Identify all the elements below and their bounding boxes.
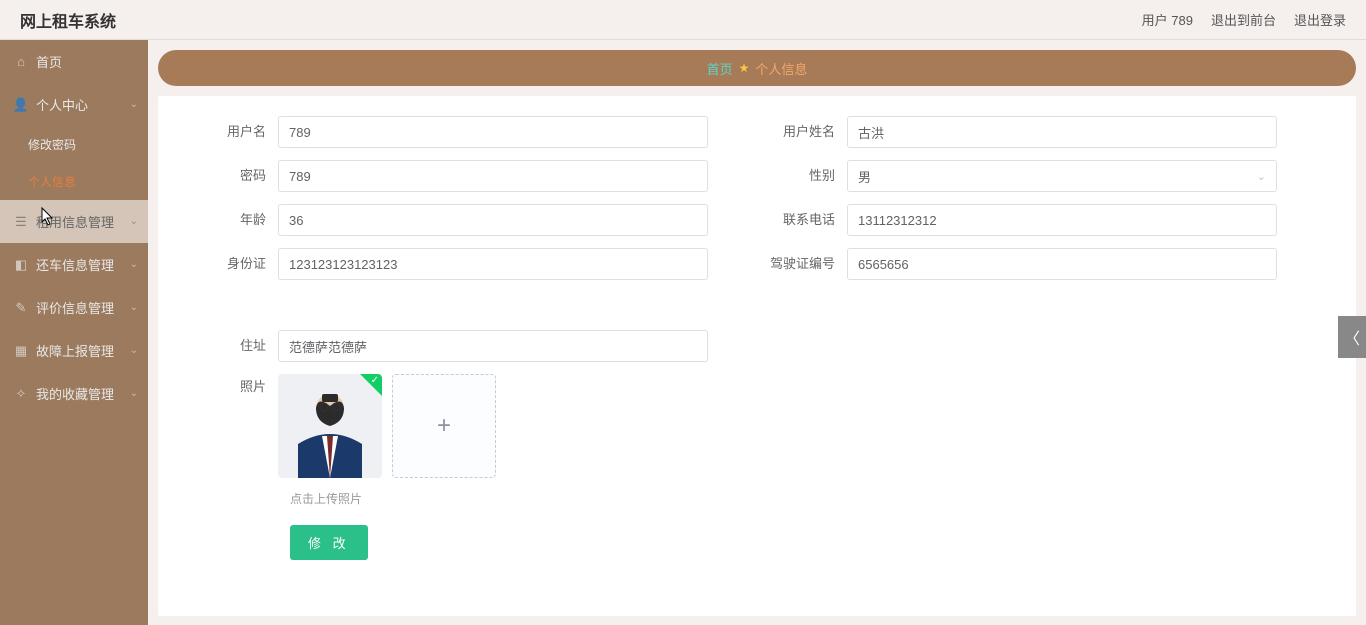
sidebar-sub-change-password[interactable]: 修改密码 xyxy=(0,126,148,163)
submit-button[interactable]: 修 改 xyxy=(290,525,368,560)
idcard-input[interactable] xyxy=(278,248,708,280)
return-icon: ◧ xyxy=(14,258,28,272)
sidebar-item-label: 还车信息管理 xyxy=(36,255,114,274)
idcard-label: 身份证 xyxy=(188,255,278,273)
check-icon: ✓ xyxy=(371,375,379,386)
review-icon: ✎ xyxy=(14,301,28,315)
star-icon: ✧ xyxy=(14,387,28,401)
realname-label: 用户姓名 xyxy=(757,123,847,141)
app-title: 网上租车系统 xyxy=(20,8,116,32)
form-panel: 用户名 用户姓名 密码 性别 男 ⌄ xyxy=(158,96,1356,616)
sidebar-item-label: 评价信息管理 xyxy=(36,298,114,317)
phone-input[interactable] xyxy=(847,204,1277,236)
phone-label: 联系电话 xyxy=(757,211,847,229)
age-label: 年龄 xyxy=(188,211,278,229)
photo-upload-hint: 点击上传照片 xyxy=(290,490,1326,507)
sidebar-item-favorite-management[interactable]: ✧ 我的收藏管理 ⌄ xyxy=(0,372,148,415)
sidebar-item-fault-management[interactable]: ▦ 故障上报管理 ⌄ xyxy=(0,329,148,372)
sidebar-item-personal-center[interactable]: 👤 个人中心 ⌄ xyxy=(0,83,148,126)
chevron-down-icon: ⌄ xyxy=(130,259,138,270)
sidebar-item-review-management[interactable]: ✎ 评价信息管理 ⌄ xyxy=(0,286,148,329)
password-label: 密码 xyxy=(188,167,278,185)
license-input[interactable] xyxy=(847,248,1277,280)
address-input[interactable] xyxy=(278,330,708,362)
chevron-down-icon: ⌄ xyxy=(1257,170,1266,183)
star-separator-icon: ★ xyxy=(739,61,750,75)
gender-select[interactable]: 男 ⌄ xyxy=(847,160,1277,192)
breadcrumb-current: 个人信息 xyxy=(755,59,807,78)
sidebar-item-label: 故障上报管理 xyxy=(36,341,114,360)
sidebar-item-return-management[interactable]: ◧ 还车信息管理 ⌄ xyxy=(0,243,148,286)
sidebar-item-label: 首页 xyxy=(36,52,62,71)
top-header: 网上租车系统 用户 789 退出到前台 退出登录 xyxy=(0,0,1366,40)
chevron-down-icon: ⌄ xyxy=(130,302,138,313)
user-badge[interactable]: 用户 789 xyxy=(1142,10,1193,29)
sidebar-item-label: 租用信息管理 xyxy=(36,212,114,231)
age-input[interactable] xyxy=(278,204,708,236)
photo-thumbnail[interactable]: ✓ xyxy=(278,374,382,478)
chevron-down-icon: ⌄ xyxy=(130,99,138,110)
sidebar-item-rent-management[interactable]: ☰ 租用信息管理 ⌄ xyxy=(0,200,148,243)
grid-icon: ▦ xyxy=(14,344,28,358)
logout-link[interactable]: 退出登录 xyxy=(1294,10,1346,29)
chevron-down-icon: ⌄ xyxy=(130,345,138,356)
breadcrumb: 首页 ★ 个人信息 xyxy=(158,50,1356,86)
chevron-down-icon: ⌄ xyxy=(130,388,138,399)
list-icon: ☰ xyxy=(14,215,28,229)
plus-icon: + xyxy=(437,412,451,440)
sidebar-item-label: 个人中心 xyxy=(36,95,88,114)
address-label: 住址 xyxy=(188,337,278,355)
chevron-left-icon: 〈 xyxy=(1344,325,1360,349)
exit-to-front-link[interactable]: 退出到前台 xyxy=(1211,10,1276,29)
password-input[interactable] xyxy=(278,160,708,192)
photo-upload-add[interactable]: + xyxy=(392,374,496,478)
sidebar-item-home[interactable]: ⌂ 首页 xyxy=(0,40,148,83)
right-collapse-tab[interactable]: 〈 xyxy=(1338,316,1366,358)
header-actions: 用户 789 退出到前台 退出登录 xyxy=(1142,10,1346,29)
gender-value: 男 xyxy=(858,167,871,186)
sidebar-item-label: 我的收藏管理 xyxy=(36,384,114,403)
chevron-down-icon: ⌄ xyxy=(130,216,138,227)
sidebar-sub-personal-info[interactable]: 个人信息 xyxy=(0,163,148,200)
gender-label: 性别 xyxy=(757,167,847,185)
license-label: 驾驶证编号 xyxy=(757,255,847,273)
realname-input[interactable] xyxy=(847,116,1277,148)
photo-label: 照片 xyxy=(188,374,278,396)
user-icon: 👤 xyxy=(14,98,28,112)
sidebar: ⌂ 首页 👤 个人中心 ⌄ 修改密码 个人信息 ☰ 租用信息管理 ⌄ ◧ 还车信… xyxy=(0,40,148,625)
username-label: 用户名 xyxy=(188,123,278,141)
content-area: 首页 ★ 个人信息 用户名 用户姓名 密码 xyxy=(148,40,1366,625)
home-icon: ⌂ xyxy=(14,55,28,69)
username-input[interactable] xyxy=(278,116,708,148)
breadcrumb-home[interactable]: 首页 xyxy=(707,59,733,78)
